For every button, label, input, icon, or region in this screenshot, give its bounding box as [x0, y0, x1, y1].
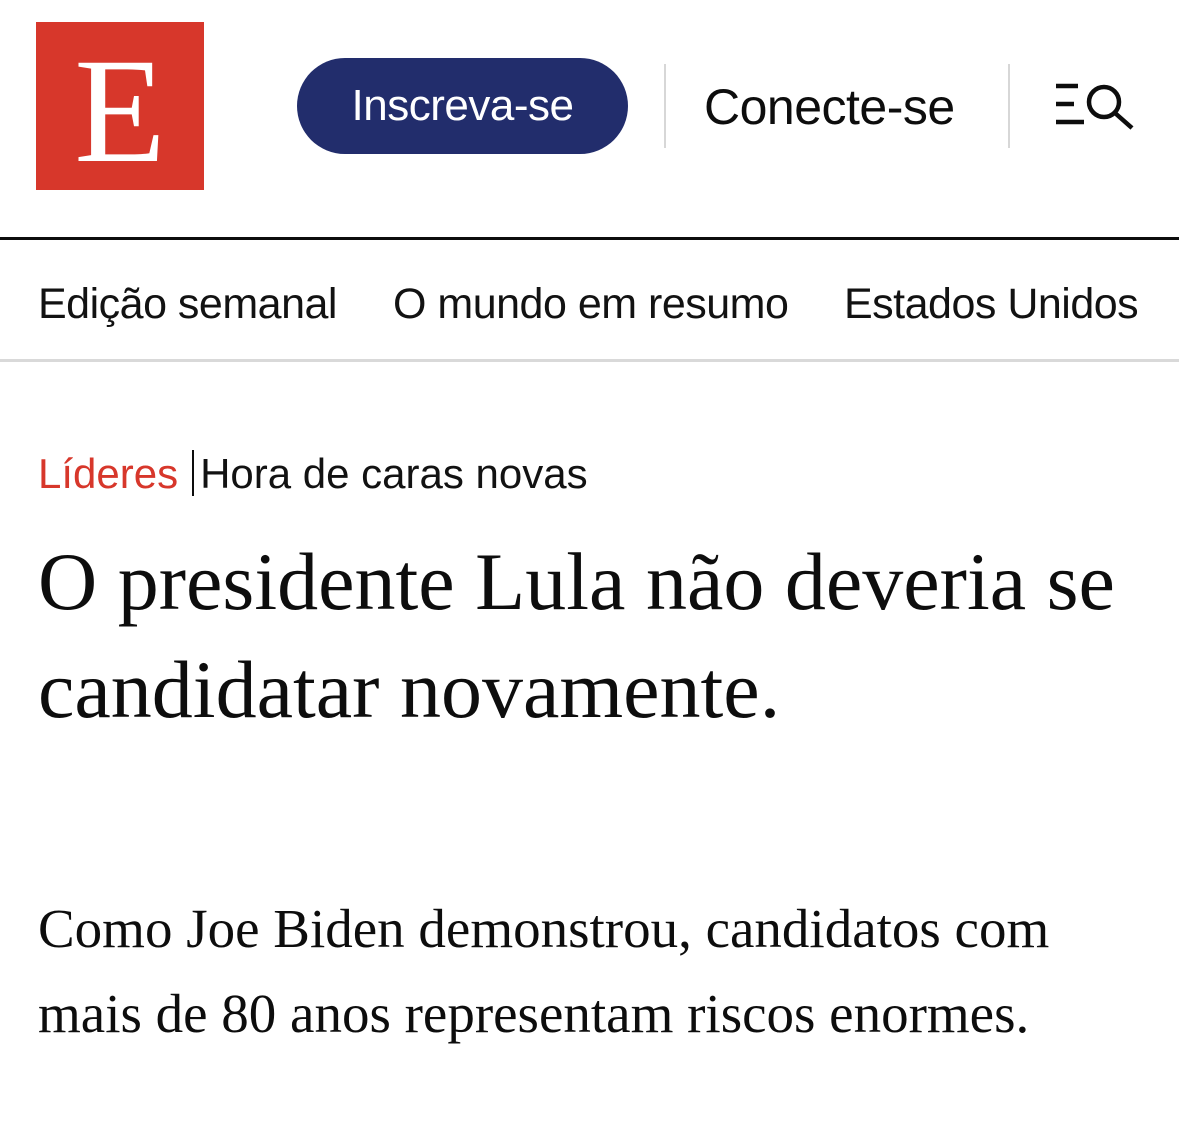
economist-logo[interactable]: E: [36, 22, 204, 190]
subscribe-button[interactable]: Inscreva-se: [297, 58, 628, 154]
header-divider: [1008, 64, 1010, 148]
article-rubric: Líderes Hora de caras novas: [38, 448, 588, 500]
site-header: E Inscreva-se Conecte-se: [0, 0, 1179, 240]
article-headline: O presidente Lula não deveria se candida…: [38, 536, 1115, 735]
logo-letter: E: [74, 28, 166, 194]
menu-search-button[interactable]: [1052, 78, 1138, 136]
sections-nav: Edição semanal O mundo em resumo Estados…: [0, 240, 1179, 362]
rubric-divider: [192, 450, 195, 496]
flytitle: Hora de caras novas: [200, 450, 588, 497]
nav-item-united-states[interactable]: Estados Unidos: [844, 279, 1144, 329]
nav-item-world-in-brief[interactable]: O mundo em resumo: [393, 279, 789, 329]
header-divider: [664, 64, 666, 148]
login-link[interactable]: Conecte-se: [704, 76, 955, 138]
article-standfirst: Como Joe Biden demonstrou, candidatos co…: [38, 898, 1050, 1044]
nav-item-weekly-edition[interactable]: Edição semanal: [38, 279, 337, 329]
menu-search-icon: [1056, 83, 1134, 130]
section-link[interactable]: Líderes: [38, 450, 178, 497]
